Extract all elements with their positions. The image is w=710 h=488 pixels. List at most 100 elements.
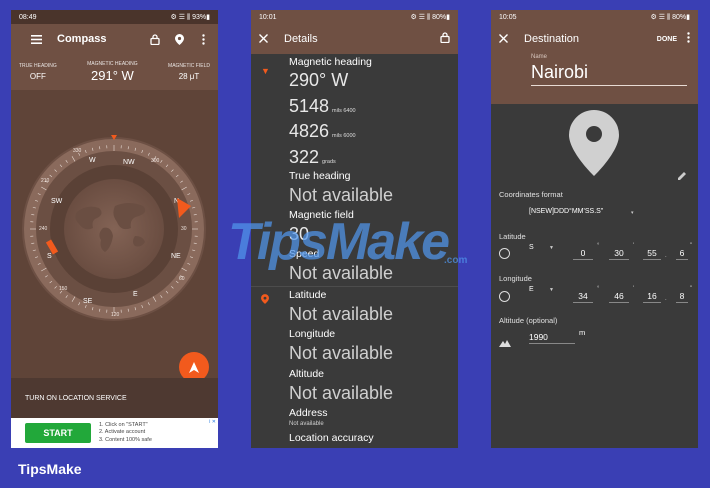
magnetic-heading-readout: MAGNETIC HEADING 291° W: [87, 54, 138, 90]
longitude-label: Longitude: [289, 328, 336, 340]
true-heading-label: True heading: [289, 170, 351, 182]
latitude-value: Not available: [289, 304, 394, 324]
ad-banner[interactable]: START 1. Click on "START" 2. Activate ac…: [11, 418, 218, 448]
details-title: Details: [284, 33, 318, 45]
dial-label-nw: NW: [123, 159, 135, 166]
longitude-label: Longitude: [499, 274, 532, 283]
chevron-down-icon[interactable]: ▼: [549, 287, 554, 293]
grads-value: 322: [289, 147, 320, 167]
magnetic-heading-label: Magnetic heading: [289, 56, 372, 68]
longitude-degrees-input[interactable]: 34: [573, 291, 593, 303]
ad-choices-icon[interactable]: i ✕: [209, 419, 216, 425]
app-bar: Destination DONE: [491, 24, 698, 54]
name-field-label: Name: [531, 54, 548, 60]
latitude-seconds-input[interactable]: 55: [643, 248, 661, 260]
mils-6400-row: 5148 mils 6400: [289, 96, 356, 117]
true-heading-value: Not available: [289, 185, 394, 205]
second-mark: ": [690, 286, 693, 292]
mountain-icon: [499, 334, 511, 352]
dial-degree-300: 300: [151, 158, 160, 164]
watermark-logo: TipsMake: [228, 213, 450, 271]
altitude-unit: m: [579, 328, 586, 337]
longitude-seconds-input[interactable]: 16: [643, 291, 661, 303]
dial-degree-150: 150: [59, 286, 68, 292]
destination-title: Destination: [524, 33, 580, 45]
readout-label: MAGNETIC HEADING: [87, 61, 138, 67]
longitude-globe-icon: [499, 291, 510, 302]
address-value: Not available: [289, 421, 324, 427]
dial-label-ne: NE: [171, 253, 181, 260]
heading-readouts: TRUE HEADING OFF MAGNETIC HEADING 291° W…: [11, 54, 218, 90]
decimal-mark: .: [665, 296, 667, 302]
close-icon[interactable]: [499, 30, 508, 48]
app-bar: Details: [251, 24, 458, 54]
chevron-down-icon[interactable]: ▾: [631, 210, 634, 216]
more-options-icon[interactable]: [687, 30, 690, 48]
ad-start-button[interactable]: START: [25, 423, 91, 443]
readout-value: 28 μT: [178, 72, 200, 81]
latitude-hemisphere-select[interactable]: S: [529, 244, 534, 251]
degree-mark: °: [597, 286, 600, 292]
mils-6000-unit: mils 6000: [332, 133, 356, 139]
grads-unit: grads: [322, 159, 336, 165]
lock-icon[interactable]: [148, 32, 162, 46]
latitude-decimal-input[interactable]: 6: [676, 248, 688, 260]
mils-6400-value: 5148: [289, 96, 330, 116]
dial-degree-240: 240: [39, 226, 48, 232]
status-icons: ⚙ ☰ ⫼ 93%▮: [170, 13, 210, 21]
section-divider: [251, 286, 458, 287]
close-icon[interactable]: [259, 30, 268, 48]
status-icons: ⚙ ☰ ⫼ 80%▮: [410, 13, 450, 21]
location-service-button[interactable]: TURN ON LOCATION SERVICE: [25, 395, 127, 402]
name-input[interactable]: Nairobi: [531, 62, 687, 86]
navigation-arrow-icon: [189, 361, 199, 373]
edit-pencil-icon[interactable]: [677, 168, 687, 186]
lock-icon[interactable]: [440, 30, 450, 48]
location-pin-icon[interactable]: [172, 32, 186, 46]
longitude-value: Not available: [289, 343, 394, 363]
dial-degree-30: 30: [181, 226, 187, 232]
location-accuracy-label: Location accuracy: [289, 432, 374, 444]
altitude-input[interactable]: 1990: [529, 332, 575, 344]
compass-area: NW SW W S SE E NE N 300 30 60 240 210 15…: [11, 90, 218, 378]
latitude-minutes-input[interactable]: 30: [609, 248, 629, 260]
ad-steps: 1. Click on "START" 2. Activate account …: [99, 422, 152, 445]
chevron-down-icon[interactable]: ▼: [549, 245, 554, 251]
latitude-label: Latitude: [499, 232, 526, 241]
status-time: 08:49: [19, 13, 37, 21]
app-bar: Compass: [11, 24, 218, 54]
dial-label-e: E: [133, 291, 138, 298]
world-map-disc: [64, 179, 164, 279]
heading-section-icon: ▼: [261, 66, 270, 76]
minute-mark: ': [633, 286, 635, 292]
location-section-icon: [261, 294, 269, 306]
altitude-label: Altitude (optional): [499, 316, 558, 325]
second-mark: ": [690, 243, 693, 249]
altitude-value: Not available: [289, 383, 394, 403]
longitude-minutes-input[interactable]: 46: [609, 291, 629, 303]
status-icons: ⚙ ☰ ⫼ 80%▮: [650, 13, 690, 21]
coordinates-format-select[interactable]: [NSEW]DDD°MM'SS.S": [529, 208, 603, 215]
dial-degree-60: 60: [179, 276, 185, 282]
done-button[interactable]: DONE: [657, 36, 677, 43]
altitude-label: Altitude: [289, 368, 325, 380]
grads-row: 322 grads: [289, 147, 336, 168]
compass-dial[interactable]: NW SW W S SE E NE N 300 30 60 240 210 15…: [11, 90, 218, 378]
more-options-icon[interactable]: [196, 32, 210, 46]
coordinates-format-label: Coordinates format: [499, 190, 563, 199]
decimal-mark: .: [665, 253, 667, 259]
magnetic-field-readout: MAGNETIC FIELD 28 μT: [168, 54, 210, 90]
location-service-bar[interactable]: TURN ON LOCATION SERVICE: [11, 378, 218, 418]
status-time: 10:05: [499, 13, 517, 21]
dial-label-se: SE: [83, 298, 93, 305]
status-bar: 08:49 ⚙ ☰ ⫼ 93%▮: [11, 10, 218, 24]
dial-label-s: S: [47, 253, 52, 260]
latitude-label: Latitude: [289, 289, 327, 301]
menu-icon[interactable]: [29, 32, 43, 46]
longitude-decimal-input[interactable]: 8: [676, 291, 688, 303]
dial-degree-120: 120: [111, 312, 120, 318]
mils-6000-value: 4826: [289, 121, 330, 141]
destination-header: Destination DONE Name Nairobi: [491, 24, 698, 104]
longitude-hemisphere-select[interactable]: E: [529, 286, 534, 293]
latitude-degrees-input[interactable]: 0: [573, 248, 593, 260]
